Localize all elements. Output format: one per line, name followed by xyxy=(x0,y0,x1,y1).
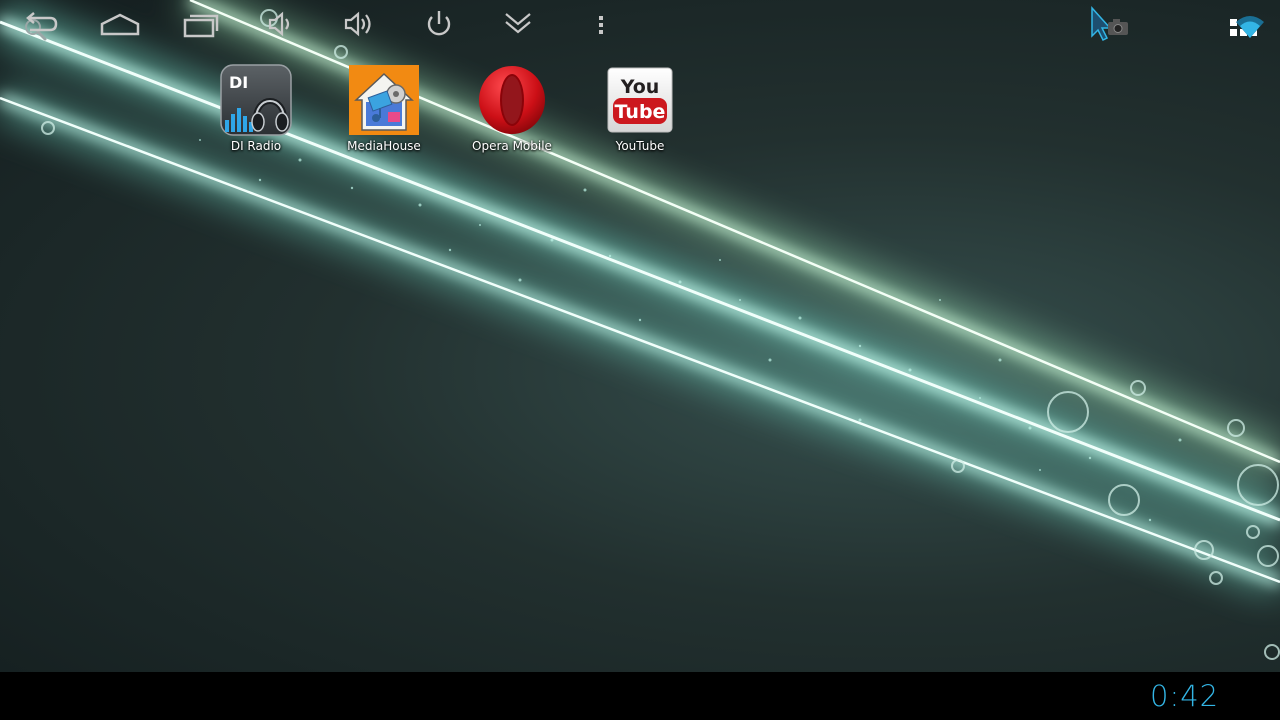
home-button[interactable] xyxy=(92,6,148,42)
app-di-radio[interactable]: DI DI Radio xyxy=(201,64,311,160)
power-icon xyxy=(427,11,451,36)
app-label: YouTube xyxy=(615,139,665,153)
screenshot-button[interactable] xyxy=(1082,6,1138,42)
volume-down-icon xyxy=(268,11,290,37)
volume-down-button[interactable] xyxy=(252,6,308,42)
menu-button[interactable] xyxy=(573,6,629,42)
app-opera-mobile[interactable]: Opera Mobile xyxy=(457,64,567,160)
recent-apps-button[interactable] xyxy=(172,6,228,42)
di-icon-text: DI xyxy=(229,73,248,92)
back-icon xyxy=(26,12,58,32)
recent-apps-icon xyxy=(183,14,219,38)
di-radio-icon: DI xyxy=(220,64,292,136)
youtube-icon: You Tube xyxy=(604,64,676,136)
app-label: MediaHouse xyxy=(347,139,421,153)
hide-bar-button[interactable] xyxy=(490,6,546,42)
home-icon xyxy=(100,13,140,36)
back-button[interactable] xyxy=(12,6,68,42)
wifi-icon xyxy=(1236,16,1264,38)
youtube-text-top: You xyxy=(620,76,660,98)
mediahouse-icon xyxy=(348,64,420,136)
youtube-text-bottom: Tube xyxy=(615,101,666,123)
hide-bar-icon xyxy=(505,13,531,34)
app-youtube[interactable]: You Tube YouTube xyxy=(585,64,695,160)
screenshot-cursor-icon xyxy=(1091,6,1128,42)
power-button[interactable] xyxy=(411,6,467,42)
menu-icon xyxy=(599,16,603,34)
app-mediahouse[interactable]: MediaHouse xyxy=(329,64,439,160)
volume-up-icon xyxy=(344,11,371,37)
navigation-bar xyxy=(0,672,1280,720)
volume-up-button[interactable] xyxy=(332,6,388,42)
app-label: Opera Mobile xyxy=(472,139,552,153)
wifi-status xyxy=(1230,6,1270,42)
opera-icon xyxy=(476,64,548,136)
status-clock: 0:42 xyxy=(1150,679,1220,713)
app-label: DI Radio xyxy=(230,139,282,153)
